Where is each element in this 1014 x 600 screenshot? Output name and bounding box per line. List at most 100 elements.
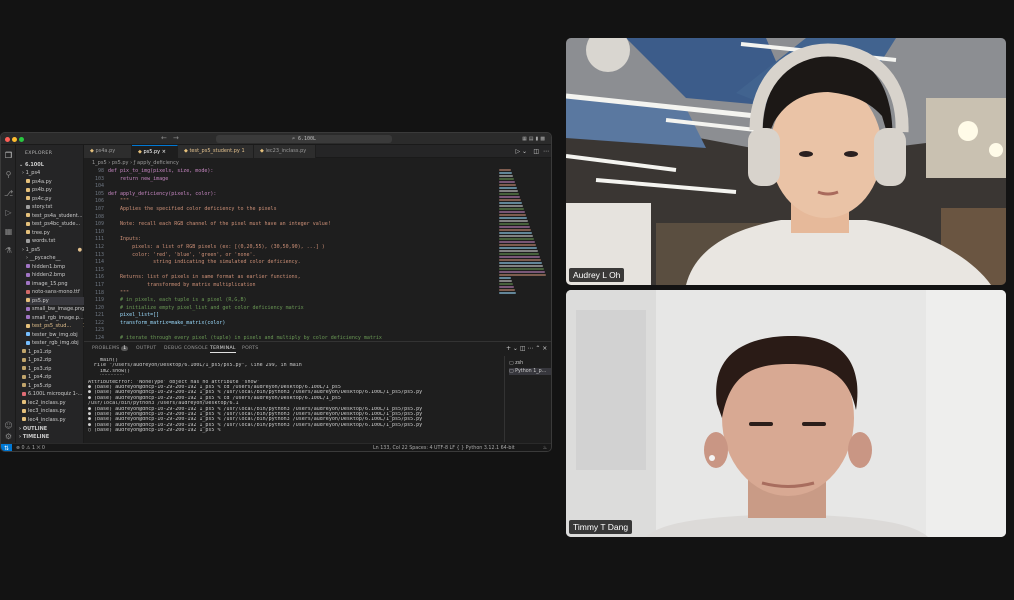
explorer-file[interactable]: 1_ps3.zip <box>22 365 86 373</box>
tab-ps4a[interactable]: ◆ ps4a.py <box>84 145 132 158</box>
explorer-file[interactable]: lec3_inclass.py <box>22 407 86 415</box>
extensions-icon[interactable]: ▦ <box>4 227 13 236</box>
split-editor-icon[interactable]: ◫ <box>533 148 539 155</box>
tab-test-ps5-student[interactable]: ◆ test_ps5_student.py 1 <box>178 145 254 158</box>
tab-ps5[interactable]: ◆ ps5.py × <box>132 145 178 158</box>
participant-video-audrey[interactable]: Audrey L Oh <box>566 38 1006 285</box>
code-content[interactable]: def pix_to_img(pixels, size, mode): retu… <box>108 168 488 350</box>
account-icon[interactable]: ☺ <box>4 421 13 430</box>
file-label: tester_bw_img.obj <box>32 331 78 338</box>
explorer-file[interactable]: tree.py <box>26 229 90 237</box>
explorer-file[interactable]: lec2_inclass.py <box>22 399 86 407</box>
tab-ports[interactable]: PORTS <box>242 346 258 351</box>
source-control-icon[interactable]: ⎇ <box>4 189 13 198</box>
tab-label: lec23_inclass.py <box>265 148 307 154</box>
minimap-line <box>499 250 538 252</box>
files-icon[interactable]: ❐ <box>4 151 13 160</box>
timeline-section[interactable]: › TIMELINE <box>19 433 83 441</box>
explorer-file[interactable]: tester_bw_img.obj <box>26 331 90 339</box>
explorer-file[interactable]: ps5.py <box>26 296 90 305</box>
tab-terminal[interactable]: TERMINAL <box>210 346 236 353</box>
command-center-search[interactable]: ⌕ 6.100L <box>216 135 392 143</box>
run-icon[interactable]: ▷ ⌄ <box>515 148 527 155</box>
explorer-file[interactable]: 1_ps2.zip <box>22 356 86 364</box>
minimap-line <box>499 256 540 258</box>
explorer-file[interactable]: small_bw_image.png <box>26 305 90 313</box>
line-number: 109 <box>94 221 104 228</box>
minimize-window-button[interactable] <box>12 137 17 142</box>
tab-output[interactable]: OUTPUT <box>136 346 157 351</box>
explorer-file[interactable]: hidden2.bmp <box>26 271 90 279</box>
file-label: hidden1.bmp <box>32 263 66 270</box>
minimap-line <box>499 241 535 243</box>
explorer-file[interactable]: test_ps4bc_stude... <box>26 220 90 228</box>
tab-problems[interactable]: PROBLEMS 1 <box>92 346 129 351</box>
explorer-folder[interactable]: › __pycache__ <box>26 254 90 262</box>
editor-status-info[interactable]: Ln 133, Col 22 Spaces: 4 UTF-8 LF { } Py… <box>373 444 515 451</box>
minimap-line <box>499 232 532 234</box>
back-arrow-icon[interactable]: ← <box>161 134 167 142</box>
terminal-session-python[interactable]: ▢ Python 1_p... <box>509 368 551 375</box>
python-file-icon: ◆ <box>184 148 188 154</box>
explorer-file[interactable]: 1_ps4.zip <box>22 373 86 381</box>
explorer-file[interactable]: test_ps5_stud...1 <box>26 322 90 330</box>
explorer-file[interactable]: words.txt <box>26 237 90 245</box>
explorer-file[interactable]: 6.100L microquiz 1-... <box>22 390 86 398</box>
zoom-window-button[interactable] <box>19 137 24 142</box>
bell-icon[interactable]: ♨ <box>543 444 547 451</box>
tab-lec23-inclass[interactable]: ◆ lec23_inclass.py <box>254 145 316 158</box>
close-window-button[interactable] <box>5 137 10 142</box>
run-debug-icon[interactable]: ▷ <box>4 208 13 217</box>
explorer-file[interactable]: lec4_inclass.py <box>22 416 86 424</box>
layout-toggle-icons[interactable]: ▦▤▮▩ <box>522 136 547 142</box>
explorer-root-folder[interactable]: ⌄ 6.100L <box>19 161 83 169</box>
remote-indicator-icon[interactable]: ⇅ <box>1 444 12 451</box>
explorer-file[interactable]: ps4a.py <box>26 178 90 186</box>
code-line: transform_matrix=make_matrix(color) <box>108 319 226 326</box>
explorer-file[interactable]: noto-sans-mono.ttf <box>26 288 90 296</box>
explorer-file[interactable]: small_rgb_image.p... <box>26 314 90 322</box>
line-number: 104 <box>94 183 104 190</box>
participant-name-label: Timmy T Dang <box>569 520 633 534</box>
terminal-output[interactable]: main() File "/Users/audreyoh/Desktop/6.1… <box>88 358 498 433</box>
explorer-folder[interactable]: › 1_ps4 <box>22 169 86 177</box>
explorer-file[interactable]: story.txt <box>26 203 90 211</box>
explorer-file[interactable]: ps4b.py <box>26 186 90 194</box>
minimap[interactable] <box>499 169 549 309</box>
new-terminal-icon[interactable]: + ⌄ ◫ ⋯ ⌃ × <box>506 345 547 352</box>
explorer-file[interactable]: image_15.png <box>26 280 90 288</box>
explorer-file[interactable]: test_ps4a_student... <box>26 212 90 220</box>
gear-icon[interactable]: ⚙ <box>4 432 13 441</box>
problems-status[interactable]: ⊗ 0 ⚠ 1 ⨉ 0 <box>16 444 45 451</box>
close-icon[interactable]: × <box>162 149 166 155</box>
line-number: 120 <box>94 304 104 311</box>
testing-icon[interactable]: ⚗ <box>4 246 13 255</box>
title-bar: ← → ⌕ 6.100L ▦▤▮▩ <box>1 133 551 145</box>
code-line: """ <box>108 198 130 205</box>
line-number: 112 <box>94 243 104 250</box>
py-file-icon <box>26 298 30 302</box>
explorer-file[interactable]: hidden1.bmp <box>26 263 90 271</box>
search-icon[interactable]: ⚲ <box>4 170 13 179</box>
participant-video-timmy[interactable]: Timmy T Dang <box>566 290 1006 537</box>
forward-arrow-icon[interactable]: → <box>173 134 179 142</box>
minimap-line <box>499 208 524 210</box>
more-actions-icon[interactable]: ⋯ <box>543 148 549 155</box>
tab-debug-console[interactable]: DEBUG CONSOLE <box>164 346 208 351</box>
minimap-line <box>499 217 527 219</box>
terminal-session-zsh[interactable]: ▢ zsh <box>509 360 523 367</box>
minimap-line <box>499 238 534 240</box>
minimap-line <box>499 235 533 237</box>
code-line: Note: recall each RGB channel of the pix… <box>108 221 331 228</box>
python-file-icon: ◆ <box>90 148 94 154</box>
line-number: 106 <box>94 198 104 205</box>
explorer-file[interactable]: 1_ps5.zip <box>22 382 86 390</box>
explorer-file[interactable]: 1_ps1.zip <box>22 348 86 356</box>
code-line: Applies the specified color deficiency t… <box>108 205 277 212</box>
obj-file-icon <box>26 332 30 336</box>
explorer-folder[interactable]: › 1_ps5 ● <box>22 246 86 254</box>
explorer-file[interactable]: ps4c.py <box>26 195 90 203</box>
explorer-file[interactable]: tester_rgb_img.obj <box>26 339 90 347</box>
breadcrumb[interactable]: 1_ps5 › ps5.py › ƒ apply_deficiency <box>92 160 179 166</box>
outline-section[interactable]: › OUTLINE <box>19 425 83 433</box>
